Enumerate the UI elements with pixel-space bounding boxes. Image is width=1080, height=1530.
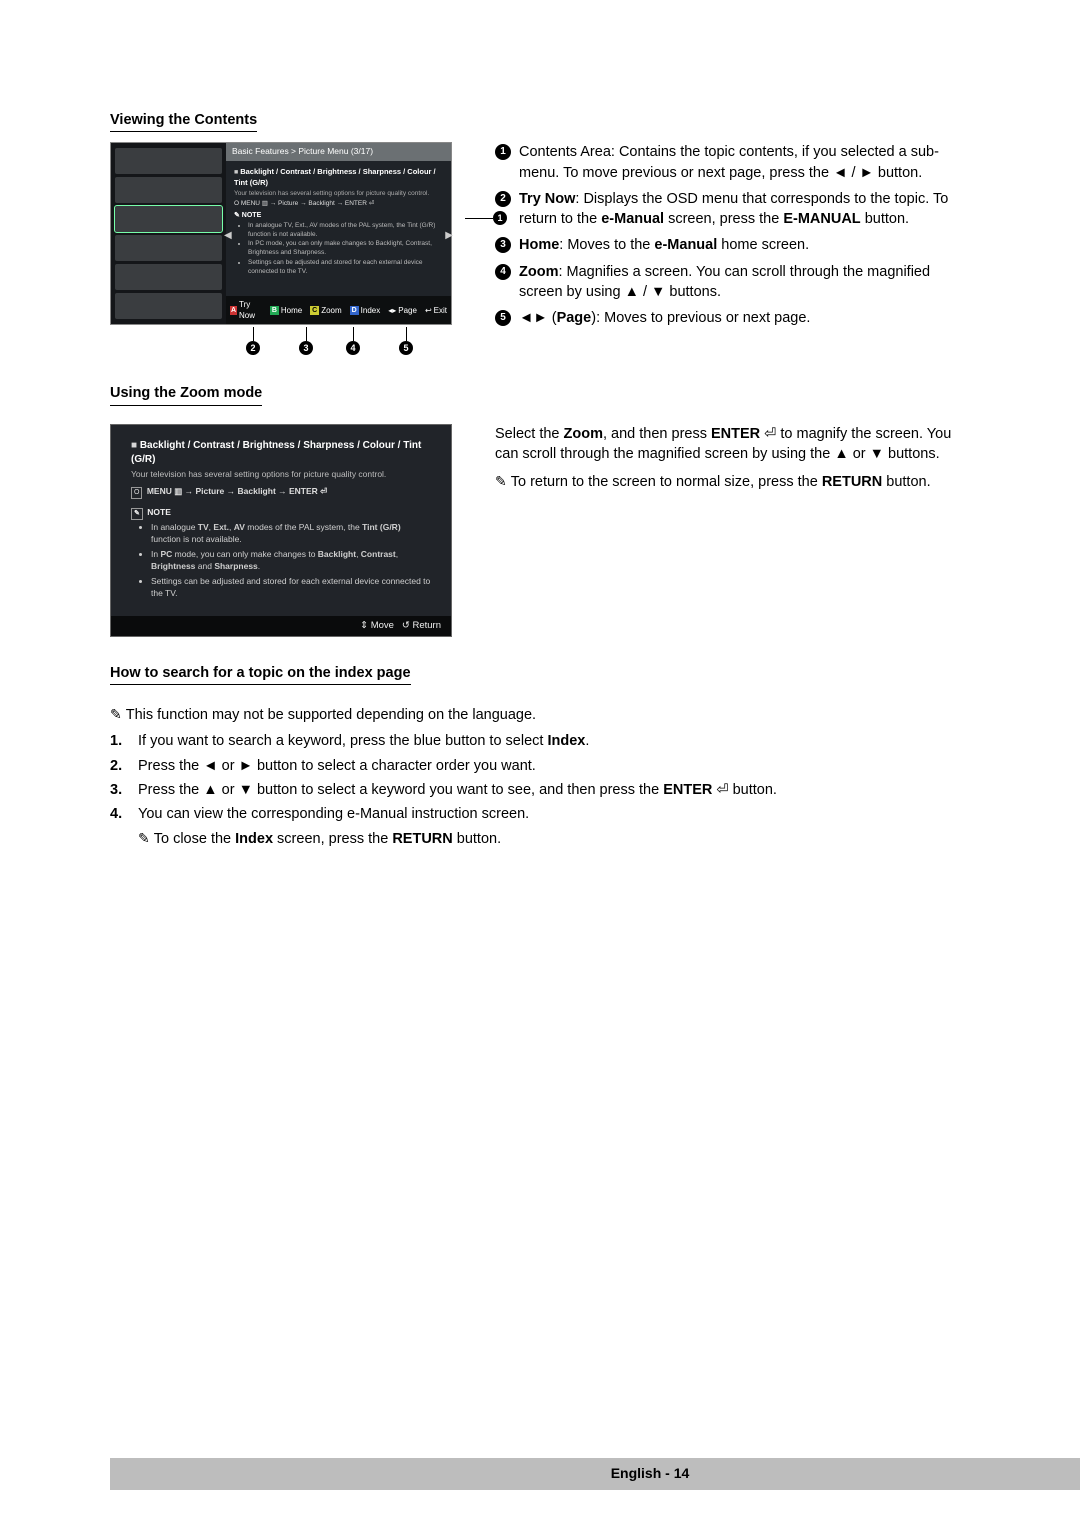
step-1: If you want to search a keyword, press t… — [138, 731, 970, 751]
circle-1-icon: 1 — [495, 144, 511, 160]
zoom-note: In analogue TV, Ext., AV modes of the PA… — [151, 522, 431, 546]
thumbnail-list — [111, 143, 226, 324]
nav-right-icon: ▶ — [445, 229, 453, 243]
move-icon: ⇕ — [360, 620, 368, 631]
section-index: How to search for a topic on the index p… — [110, 663, 970, 849]
thumbnail — [115, 235, 222, 261]
zoom-note: In PC mode, you can only make changes to… — [151, 549, 431, 573]
zoom-footer: ⇕ Move ↺ Return — [111, 616, 451, 635]
nav-left-icon: ◀ — [224, 229, 232, 243]
page-arrows-icon: ◂▸ — [388, 305, 396, 316]
callout-line — [406, 327, 407, 341]
heading-index: How to search for a topic on the index p… — [110, 663, 411, 685]
circle-2-icon: 2 — [495, 191, 511, 207]
panel-headline: Backlight / Contrast / Brightness / Shar… — [234, 167, 436, 187]
callout-bubble-2: 2 — [246, 341, 260, 355]
exit-icon: ↩ — [425, 305, 432, 316]
callout-bubble-3: 3 — [299, 341, 313, 355]
callout-4-text: Zoom: Magnifies a screen. You can scroll… — [519, 262, 970, 303]
zoom-description: Select the Zoom, and then press ENTER ⏎ … — [495, 424, 970, 465]
step-4: You can view the corresponding e-Manual … — [138, 804, 970, 824]
panel-breadcrumb: Basic Features > Picture Menu (3/17) — [226, 143, 451, 161]
callout-5-text: ◄► (Page): Moves to previous or next pag… — [519, 308, 970, 328]
circle-4-icon: 4 — [495, 264, 511, 280]
note-pencil-icon: ✎ — [131, 508, 143, 520]
zoom-sub: Your television has several setting opti… — [131, 469, 431, 481]
index-top-note: This function may not be supported depen… — [110, 705, 970, 725]
callout-line — [306, 327, 307, 341]
zoom-return-note: To return to the screen to normal size, … — [495, 472, 970, 492]
key-d-icon: D — [350, 306, 359, 315]
section-viewing: Viewing the Contents Basic Features > Pi… — [110, 110, 970, 357]
circle-5-icon: 5 — [495, 310, 511, 326]
thumbnail — [115, 293, 222, 319]
callout-2-text: Try Now: Displays the OSD menu that corr… — [519, 189, 970, 230]
step-2: Press the ◄ or ► button to select a char… — [138, 756, 970, 776]
heading-viewing: Viewing the Contents — [110, 110, 257, 132]
panel-footer: ATry Now BHome CZoom DIndex ◂▸Page ↩Exit — [226, 296, 451, 324]
callout-line — [253, 327, 254, 341]
e-manual-screenshot: Basic Features > Picture Menu (3/17) ◀ ▶… — [110, 142, 452, 325]
callout-bubble-5: 5 — [399, 341, 413, 355]
screenshot-area: Basic Features > Picture Menu (3/17) ◀ ▶… — [110, 142, 465, 357]
index-steps: 1.If you want to search a keyword, press… — [110, 731, 970, 824]
callout-line — [353, 327, 354, 341]
callout-3-text: Home: Moves to the e-Manual home screen. — [519, 235, 970, 255]
heading-zoom: Using the Zoom mode — [110, 383, 262, 405]
return-icon: ↺ — [402, 620, 410, 631]
panel-menu-path: O MENU ▥ → Picture → Backlight → ENTER ⏎ — [234, 200, 374, 207]
thumbnail — [115, 148, 222, 174]
callout-bubble-4: 4 — [346, 341, 360, 355]
panel-body: ◀ ▶ ■ Backlight / Contrast / Brightness … — [226, 161, 451, 296]
page-footer: English - 14 — [110, 1458, 1080, 1490]
thumbnail — [115, 264, 222, 290]
note-label: ✎ NOTE — [234, 211, 443, 221]
thumbnail — [115, 177, 222, 203]
thumbnail — [115, 206, 222, 232]
index-bottom-note: To close the Index screen, press the RET… — [138, 829, 970, 849]
key-b-icon: B — [270, 306, 279, 315]
panel-sub: Your television has several setting opti… — [234, 190, 429, 197]
section-zoom: Using the Zoom mode ■ Backlight / Contra… — [110, 383, 970, 636]
panel-notes: In analogue TV, Ext., AV modes of the PA… — [248, 221, 443, 276]
zoom-screenshot: ■ Backlight / Contrast / Brightness / Sh… — [110, 424, 452, 637]
zoom-headline: Backlight / Contrast / Brightness / Shar… — [131, 440, 421, 465]
key-a-icon: A — [230, 306, 237, 315]
step-3: Press the ▲ or ▼ button to select a keyw… — [138, 780, 970, 800]
callout-line — [465, 218, 493, 219]
callout-descriptions: 1 Contents Area: Contains the topic conte… — [495, 142, 970, 357]
menu-o-icon: O — [131, 487, 142, 499]
zoom-menu-path: MENU ▥ → Picture → Backlight → ENTER ⏎ — [147, 486, 327, 496]
callout-1-text: Contents Area: Contains the topic conten… — [519, 142, 970, 183]
key-c-icon: C — [310, 306, 319, 315]
zoom-note: Settings can be adjusted and stored for … — [151, 576, 431, 600]
circle-3-icon: 3 — [495, 237, 511, 253]
